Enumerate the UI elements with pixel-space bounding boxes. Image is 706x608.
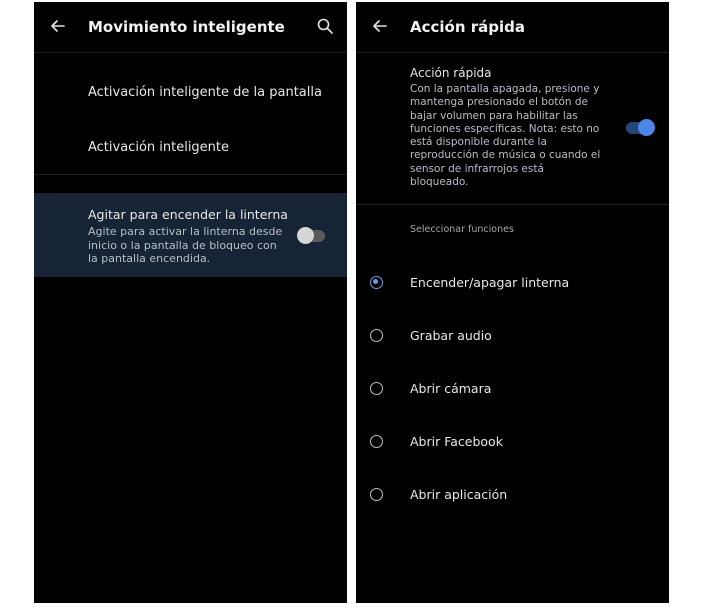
shake-flashlight-description: Agite para activar la linterna desde ini… bbox=[88, 225, 283, 265]
radio-button-selected[interactable] bbox=[370, 276, 383, 289]
option-open-camera[interactable]: Abrir cámara bbox=[356, 370, 669, 410]
quick-action-description: Con la pantalla apagada, presione y mant… bbox=[410, 83, 601, 189]
back-arrow-icon[interactable] bbox=[48, 16, 68, 36]
toggle-knob bbox=[638, 119, 655, 136]
smart-activation-item[interactable]: Activación inteligente bbox=[88, 140, 229, 155]
option-label: Abrir Facebook bbox=[410, 434, 503, 449]
radio-button[interactable] bbox=[370, 329, 383, 342]
quick-action-title: Acción rápida bbox=[410, 66, 492, 80]
option-record-audio[interactable]: Grabar audio bbox=[356, 317, 669, 357]
quick-action-screen: Acción rápida Acción rápida Con la panta… bbox=[356, 2, 669, 603]
page-title: Acción rápida bbox=[410, 18, 525, 36]
radio-button[interactable] bbox=[370, 435, 383, 448]
select-functions-label: Seleccionar funciones bbox=[410, 224, 514, 235]
section-divider bbox=[356, 204, 669, 205]
radio-button[interactable] bbox=[370, 488, 383, 501]
quick-action-toggle[interactable] bbox=[626, 119, 655, 136]
app-bar: Movimiento inteligente bbox=[34, 2, 347, 53]
option-label: Abrir aplicación bbox=[410, 487, 508, 502]
option-open-facebook[interactable]: Abrir Facebook bbox=[356, 423, 669, 463]
shake-flashlight-toggle[interactable] bbox=[297, 227, 325, 244]
section-divider bbox=[34, 174, 347, 175]
shake-flashlight-item[interactable]: Agitar para encender la linterna Agite p… bbox=[34, 193, 347, 277]
option-label: Abrir cámara bbox=[410, 381, 492, 396]
smart-screen-activation-item[interactable]: Activación inteligente de la pantalla bbox=[88, 85, 322, 100]
search-icon[interactable] bbox=[315, 16, 335, 36]
shake-flashlight-title: Agitar para encender la linterna bbox=[88, 207, 288, 222]
option-label: Grabar audio bbox=[410, 328, 492, 343]
radio-button[interactable] bbox=[370, 382, 383, 395]
option-open-app[interactable]: Abrir aplicación bbox=[356, 476, 669, 516]
page-title: Movimiento inteligente bbox=[88, 18, 285, 36]
toggle-knob bbox=[297, 227, 314, 244]
smart-motion-screen: Movimiento inteligente Activación inteli… bbox=[34, 2, 347, 603]
app-bar: Acción rápida bbox=[356, 2, 669, 53]
back-arrow-icon[interactable] bbox=[370, 16, 390, 36]
option-flashlight[interactable]: Encender/apagar linterna bbox=[356, 264, 669, 304]
option-label: Encender/apagar linterna bbox=[410, 275, 570, 290]
